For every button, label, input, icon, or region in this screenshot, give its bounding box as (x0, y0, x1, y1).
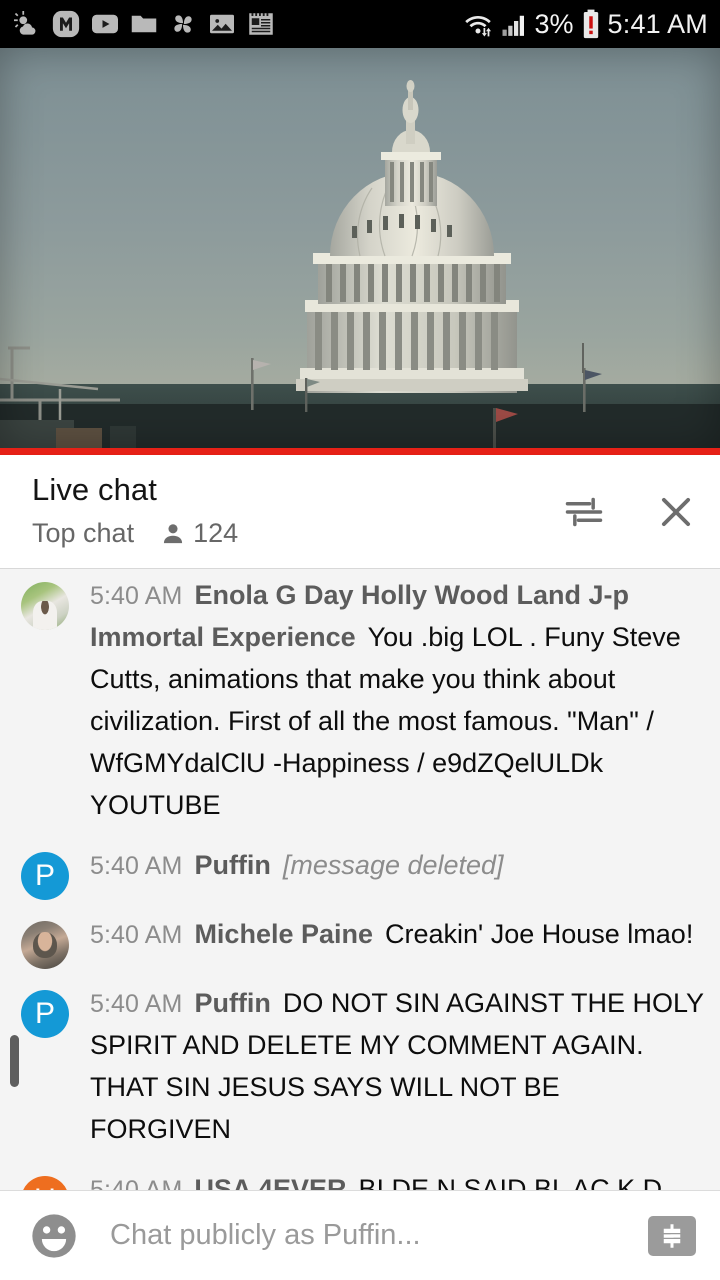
message-author[interactable]: Puffin (194, 850, 270, 880)
cellular-signal-icon (502, 15, 524, 36)
status-bar: 3% 5:41 AM (0, 0, 720, 48)
message-timestamp: 5:40 AM (90, 852, 183, 880)
chat-settings-icon[interactable] (562, 490, 606, 534)
avatar[interactable]: P (21, 852, 69, 900)
emoji-smiley-icon[interactable] (28, 1210, 80, 1262)
youtube-icon (92, 14, 118, 34)
message-author[interactable]: Puffin (194, 988, 270, 1018)
close-icon[interactable] (654, 490, 698, 534)
chat-message-row[interactable]: 5:40 AM Michele Paine Creakin' Joe House l… (0, 908, 720, 977)
viewer-count-label: 124 (193, 518, 239, 548)
avatar-column (0, 916, 90, 969)
pinwheel-icon (174, 15, 192, 33)
chat-input-bar: Chat publicly as Puffin... (0, 1190, 720, 1280)
chat-message-body: 5:40 AM Puffin DO NOT SIN AGAINST THE HOLY… (90, 985, 706, 1155)
status-bar-notification-icons (12, 9, 276, 39)
chat-message-body: 5:40 AM Michele Paine Creakin' Joe House l… (90, 916, 706, 969)
video-progress-bar[interactable] (0, 448, 720, 455)
superchat-button[interactable] (648, 1215, 696, 1256)
chat-mode-label[interactable]: Top chat (32, 518, 134, 549)
avatar[interactable] (21, 582, 69, 630)
avatar[interactable]: U (21, 1176, 69, 1190)
video-player[interactable] (0, 48, 720, 448)
wifi-icon (464, 16, 491, 37)
message-timestamp: 5:40 AM (90, 990, 183, 1018)
chat-message-body: 5:40 AMUSA 4EVERBI DE N SAID BL AC K D O… (90, 1171, 706, 1190)
photos-icon (210, 14, 234, 34)
m-app-icon (52, 10, 80, 38)
video-vignette (0, 48, 720, 448)
live-chat-header-actions (562, 455, 698, 569)
battery-low-icon (583, 9, 598, 39)
avatar-column: U (0, 1171, 90, 1190)
chat-message-body: 5:40 AM Puffin [message deleted] (90, 847, 706, 900)
avatar-column (0, 577, 90, 831)
chat-message-row[interactable]: P 5:40 AM Puffin DO NOT SIN AGAINST THE HO… (0, 977, 720, 1163)
chat-message-row[interactable]: 5:40 AM Enola G Day Holly Wood Land J-p I… (0, 569, 720, 839)
avatar[interactable] (21, 921, 69, 969)
folder-icon (131, 15, 157, 33)
chat-message-row[interactable]: U 5:40 AMUSA 4EVERBI DE N SAID BL AC K D… (0, 1163, 720, 1190)
dollar-sign-icon (663, 1223, 681, 1248)
avatar-column: P (0, 985, 90, 1155)
battery-percent-label: 3% (534, 8, 574, 39)
status-bar-system-icons: 3% 5:41 AM (461, 8, 709, 40)
viewer-count: 124 (160, 518, 238, 549)
chat-message-row[interactable]: P 5:40 AM Puffin [message deleted] (0, 839, 720, 1087)
message-author[interactable]: USA 4EVER (194, 1174, 346, 1190)
chat-input-field[interactable]: Chat publicly as Puffin... (110, 1219, 634, 1252)
avatar[interactable]: P (21, 990, 69, 1038)
notepad-icon (249, 13, 273, 35)
message-timestamp: 5:40 AM (90, 921, 183, 949)
clock-label: 5:41 AM (607, 8, 708, 39)
live-chat-header: Live chat Top chat 124 (0, 455, 720, 569)
message-text: Creakin' Joe House lmao! (385, 919, 694, 949)
message-timestamp: 5:40 AM (90, 1176, 183, 1190)
chat-message-body: 5:40 AM Enola G Day Holly Wood Land J-p I… (90, 577, 706, 831)
youtube-live-chat-screen: 3% 5:41 AM Live chat Top chat 124 5:40 A… (0, 0, 720, 1280)
message-timestamp: 5:40 AM (90, 582, 183, 610)
weather-partly-sunny-icon (14, 11, 36, 35)
avatar-column: P (0, 847, 90, 900)
chat-message-list[interactable]: 5:40 AM Enola G Day Holly Wood Land J-p I… (0, 569, 720, 1190)
live-chat-title: Live chat (32, 472, 157, 507)
live-chat-subheader: Top chat 124 (32, 518, 238, 549)
message-deleted-label: [message deleted] (282, 850, 504, 880)
message-author[interactable]: Michele Paine (194, 919, 373, 949)
person-icon (163, 523, 183, 543)
